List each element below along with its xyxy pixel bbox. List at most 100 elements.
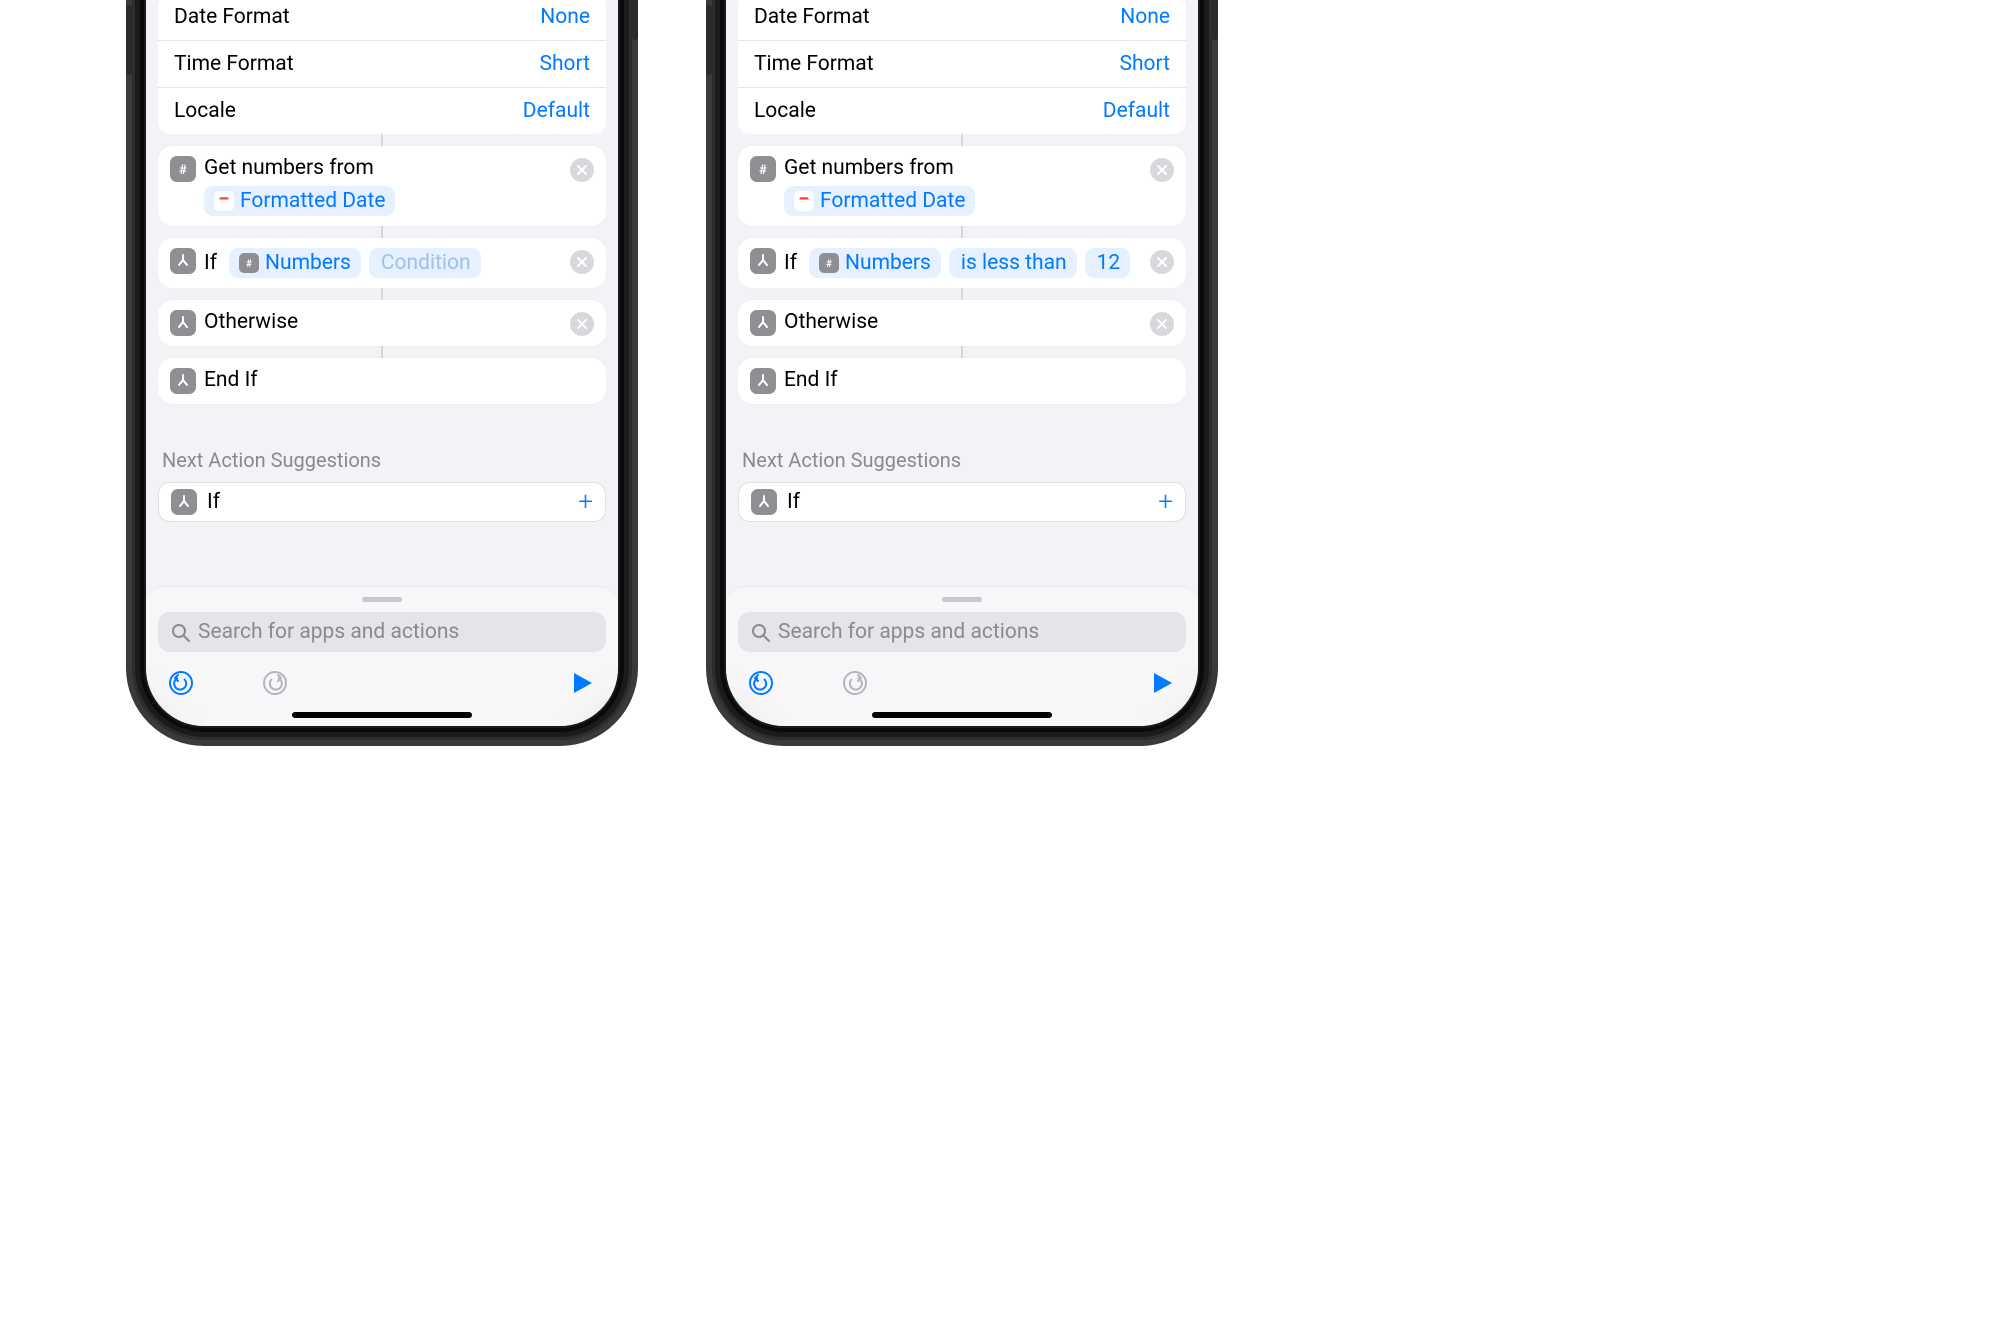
action-title: End If	[204, 368, 258, 392]
date-format-row[interactable]: Date Format None	[158, 0, 606, 40]
number-icon	[170, 156, 196, 182]
search-placeholder: Search for apps and actions	[198, 620, 459, 644]
action-end-if[interactable]: End If	[738, 358, 1186, 404]
format-settings-group: Date Format None Time Format Short Local…	[158, 0, 606, 134]
locale-row[interactable]: Locale Default	[158, 87, 606, 134]
time-format-label: Time Format	[754, 52, 874, 76]
action-title: End If	[784, 368, 838, 392]
undo-button[interactable]	[746, 668, 776, 698]
volume-down-button	[706, 5, 712, 75]
date-format-value: None	[540, 5, 590, 29]
action-title: Get numbers from	[784, 156, 954, 180]
search-placeholder: Search for apps and actions	[778, 620, 1039, 644]
drawer-grabber[interactable]	[942, 597, 982, 602]
date-format-row[interactable]: Date Format None	[738, 0, 1186, 40]
delete-action-button[interactable]	[570, 312, 594, 336]
editor-toolbar	[158, 652, 606, 712]
time-format-label: Time Format	[174, 52, 294, 76]
action-otherwise[interactable]: Otherwise	[158, 300, 606, 346]
locale-label: Locale	[754, 99, 816, 123]
search-field[interactable]: Search for apps and actions	[738, 612, 1186, 652]
flow-connector	[726, 288, 1198, 300]
flow-connector	[146, 346, 618, 358]
power-button	[632, 0, 638, 40]
delete-action-button[interactable]	[1150, 250, 1174, 274]
search-icon	[750, 622, 770, 642]
branch-icon	[750, 368, 776, 394]
branch-icon	[171, 489, 197, 515]
time-format-value: Short	[539, 52, 590, 76]
flow-connector	[146, 134, 618, 146]
action-end-if[interactable]: End If	[158, 358, 606, 404]
date-format-label: Date Format	[754, 5, 870, 29]
volume-down-button	[126, 5, 132, 75]
variable-token-formatted-date[interactable]: Formatted Date	[204, 186, 395, 216]
time-format-row[interactable]: Time Format Short	[738, 40, 1186, 87]
action-drawer[interactable]: Search for apps and actions	[726, 587, 1198, 726]
number-icon	[819, 253, 839, 273]
flow-connector	[146, 288, 618, 300]
action-if[interactable]: If Numbers Condition	[158, 238, 606, 288]
branch-icon	[170, 310, 196, 336]
number-icon	[239, 253, 259, 273]
delete-action-button[interactable]	[570, 158, 594, 182]
branch-icon	[170, 368, 196, 394]
action-title: Get numbers from	[204, 156, 374, 180]
suggestions-header: Next Action Suggestions	[742, 448, 1182, 472]
variable-token-numbers[interactable]: Numbers	[229, 248, 361, 278]
action-get-numbers[interactable]: Get numbers from Formatted Date	[738, 146, 1186, 226]
undo-button[interactable]	[166, 668, 196, 698]
home-indicator[interactable]	[292, 712, 472, 718]
suggestion-if[interactable]: If +	[158, 482, 606, 522]
screen: Date Format None Time Format Short Local…	[726, 0, 1198, 726]
locale-label: Locale	[174, 99, 236, 123]
calendar-icon	[794, 191, 814, 211]
branch-icon	[751, 489, 777, 515]
suggestion-if[interactable]: If +	[738, 482, 1186, 522]
phone-frame: Date Format None Time Format Short Local…	[712, 0, 1212, 740]
locale-value: Default	[1103, 99, 1170, 123]
power-button	[1212, 0, 1218, 40]
editor-toolbar	[738, 652, 1186, 712]
action-get-numbers[interactable]: Get numbers from Formatted Date	[158, 146, 606, 226]
variable-token-formatted-date[interactable]: Formatted Date	[784, 186, 975, 216]
add-suggestion-button[interactable]: +	[1158, 489, 1173, 515]
search-field[interactable]: Search for apps and actions	[158, 612, 606, 652]
phone-frame: Date Format None Time Format Short Local…	[132, 0, 632, 740]
action-title: Otherwise	[784, 310, 878, 334]
value-token[interactable]: 12	[1085, 248, 1131, 278]
action-title: If	[784, 251, 797, 275]
run-button[interactable]	[1148, 668, 1178, 698]
action-title: Otherwise	[204, 310, 298, 334]
run-button[interactable]	[568, 668, 598, 698]
branch-icon	[750, 310, 776, 336]
format-settings-group: Date Format None Time Format Short Local…	[738, 0, 1186, 134]
branch-icon	[170, 248, 196, 274]
time-format-row[interactable]: Time Format Short	[158, 40, 606, 87]
redo-button[interactable]	[840, 668, 870, 698]
branch-icon	[750, 248, 776, 274]
drawer-grabber[interactable]	[362, 597, 402, 602]
operator-token[interactable]: is less than	[949, 248, 1077, 278]
flow-connector	[726, 134, 1198, 146]
action-title: If	[204, 251, 217, 275]
redo-button[interactable]	[260, 668, 290, 698]
time-format-value: Short	[1119, 52, 1170, 76]
search-icon	[170, 622, 190, 642]
flow-connector	[146, 226, 618, 238]
flow-connector	[726, 226, 1198, 238]
delete-action-button[interactable]	[1150, 312, 1174, 336]
action-drawer[interactable]: Search for apps and actions	[146, 587, 618, 726]
add-suggestion-button[interactable]: +	[578, 489, 593, 515]
condition-placeholder-token[interactable]: Condition	[369, 248, 481, 278]
calendar-icon	[214, 191, 234, 211]
delete-action-button[interactable]	[1150, 158, 1174, 182]
suggestions-header: Next Action Suggestions	[162, 448, 602, 472]
action-otherwise[interactable]: Otherwise	[738, 300, 1186, 346]
delete-action-button[interactable]	[570, 250, 594, 274]
action-if[interactable]: If Numbers is less than 12	[738, 238, 1186, 288]
variable-token-numbers[interactable]: Numbers	[809, 248, 941, 278]
home-indicator[interactable]	[872, 712, 1052, 718]
locale-row[interactable]: Locale Default	[738, 87, 1186, 134]
suggestion-label: If	[207, 490, 220, 514]
